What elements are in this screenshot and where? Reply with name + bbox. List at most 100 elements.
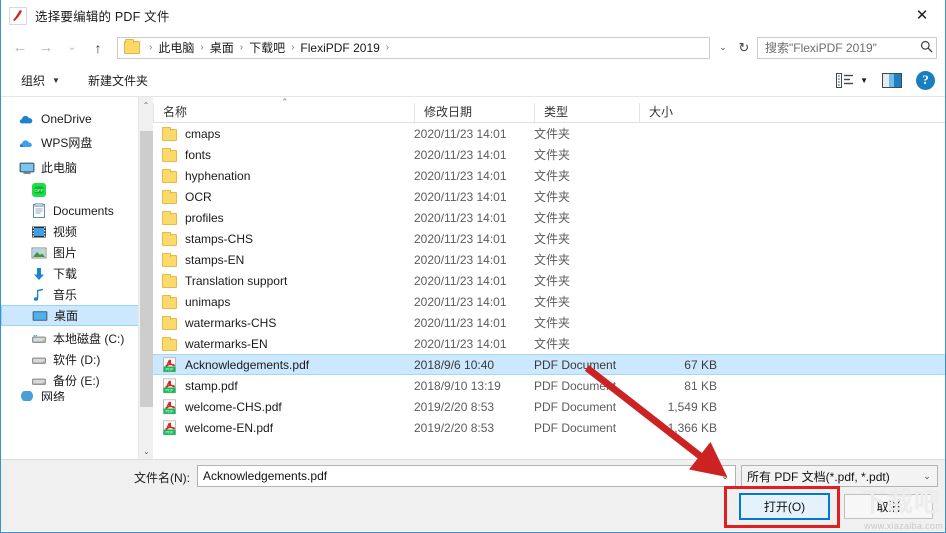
file-name-label: watermarks-CHS	[185, 315, 277, 330]
file-name-cell: cmaps	[153, 126, 414, 142]
chevron-down-icon[interactable]: ▼	[860, 76, 868, 85]
file-date-cell: 2020/11/23 14:01	[414, 252, 507, 267]
file-date-cell: 2020/11/23 14:01	[414, 189, 507, 204]
table-row[interactable]: profiles 2020/11/23 14:01 文件夹	[153, 207, 945, 228]
sidebar-item-videos[interactable]: 视频	[1, 221, 153, 242]
table-row[interactable]: PDF welcome-CHS.pdf 2019/2/20 8:53 PDF Docu…	[153, 396, 945, 417]
table-row[interactable]: OCR 2020/11/23 14:01 文件夹	[153, 186, 945, 207]
table-row[interactable]: unimaps 2020/11/23 14:01 文件夹	[153, 291, 945, 312]
chevron-down-icon[interactable]: ⌄	[715, 471, 735, 482]
pdf-icon: PDF	[162, 419, 178, 436]
filename-input[interactable]	[198, 469, 715, 483]
onedrive-cloud-icon	[19, 111, 35, 127]
column-header-size[interactable]: 大小	[639, 103, 721, 122]
table-row[interactable]: hyphenation 2020/11/23 14:01 文件夹	[153, 165, 945, 186]
sidebar-item-drive-d[interactable]: 软件 (D:)	[1, 349, 153, 370]
file-name-cell: PDF Acknowledgements.pdf	[153, 356, 414, 373]
column-header-date[interactable]: 修改日期	[414, 103, 534, 122]
help-icon[interactable]: ?	[916, 70, 935, 90]
up-button[interactable]: ↑	[85, 35, 111, 61]
navigation-bar: ← → ⌄ ↑ › 此电脑 › 桌面 › 下载吧 › FlexiPDF 2019…	[1, 31, 945, 64]
breadcrumb[interactable]: › 此电脑 › 桌面 › 下载吧 › FlexiPDF 2019 ›	[117, 36, 710, 59]
sidebar-item-label: 此电脑	[41, 161, 78, 175]
sidebar-item-music[interactable]: 音乐	[1, 284, 153, 305]
sidebar-item-onedrive[interactable]: OneDrive	[1, 108, 153, 129]
folder-icon	[162, 210, 178, 226]
file-name-cell: stamps-CHS	[153, 231, 414, 247]
table-row[interactable]: cmaps 2020/11/23 14:01 文件夹	[153, 123, 945, 144]
breadcrumb-item-this-pc[interactable]: 此电脑	[158, 39, 194, 56]
file-type-cell: 文件夹	[534, 127, 571, 141]
table-row[interactable]: watermarks-EN 2020/11/23 14:01 文件夹	[153, 333, 945, 354]
file-size-cell: 67 KB	[684, 357, 717, 372]
scroll-up-icon[interactable]: ⌃	[139, 97, 153, 113]
sidebar-item-local-disk-c[interactable]: 本地磁盘 (C:)	[1, 328, 153, 349]
scrollbar-thumb[interactable]	[140, 131, 153, 407]
sidebar-item-green-app[interactable]: OFF	[1, 179, 153, 200]
sidebar-item-this-pc[interactable]: 此电脑	[1, 157, 153, 178]
breadcrumb-item-xiazaiba[interactable]: 下载吧	[249, 39, 285, 56]
filetype-filter-combobox[interactable]: 所有 PDF 文档(*.pdf, *.pdt) ⌄	[741, 465, 938, 487]
file-name-label: watermarks-EN	[185, 336, 268, 351]
file-name-cell: fonts	[153, 147, 414, 163]
table-row[interactable]: Translation support 2020/11/23 14:01 文件夹	[153, 270, 945, 291]
file-type-cell: 文件夹	[534, 253, 571, 267]
file-date-cell: 2018/9/10 13:19	[414, 378, 501, 393]
file-date-cell: 2020/11/23 14:01	[414, 315, 507, 330]
table-row[interactable]: stamps-EN 2020/11/23 14:01 文件夹	[153, 249, 945, 270]
sidebar-item-desktop[interactable]: 桌面	[1, 305, 153, 326]
sidebar-item-documents[interactable]: Documents	[1, 200, 153, 221]
refresh-icon[interactable]: ↻	[733, 37, 755, 59]
search-input[interactable]	[762, 40, 920, 55]
sidebar-item-wps-cloud[interactable]: WPS网盘	[1, 132, 153, 153]
new-folder-button[interactable]: 新建文件夹	[80, 69, 156, 92]
forward-button[interactable]: →	[33, 35, 59, 61]
scroll-down-icon[interactable]: ⌄	[139, 443, 153, 459]
file-name-label: welcome-CHS.pdf	[185, 399, 282, 414]
open-button[interactable]: 打开(O)	[739, 493, 830, 520]
file-type-cell: 文件夹	[534, 274, 571, 288]
organize-button[interactable]: 组织 ▼	[13, 69, 68, 92]
file-name-cell: watermarks-CHS	[153, 315, 414, 331]
sidebar-scrollbar[interactable]: ⌃ ⌄	[138, 97, 153, 459]
filetype-filter-value: 所有 PDF 文档(*.pdf, *.pdt)	[747, 469, 890, 484]
organize-label: 组织	[21, 73, 46, 88]
file-date-cell: 2019/2/20 8:53	[414, 420, 495, 435]
sidebar-item-network[interactable]: 网络	[1, 391, 153, 401]
chevron-down-icon[interactable]: ⌄	[917, 471, 937, 482]
file-date-cell: 2020/11/23 14:01	[414, 147, 507, 162]
table-row[interactable]: PDF Acknowledgements.pdf 2018/9/6 10:40 PDF…	[153, 354, 945, 375]
file-type-cell: 文件夹	[534, 169, 571, 183]
search-box[interactable]	[757, 36, 937, 59]
back-button[interactable]: ←	[7, 35, 33, 61]
search-icon	[920, 40, 935, 56]
view-list-icon[interactable]	[832, 68, 858, 92]
table-row[interactable]: watermarks-CHS 2020/11/23 14:01 文件夹	[153, 312, 945, 333]
table-row[interactable]: fonts 2020/11/23 14:01 文件夹	[153, 144, 945, 165]
breadcrumb-separator: ›	[385, 42, 390, 53]
column-header-type[interactable]: 类型	[534, 103, 639, 122]
file-date-cell: 2020/11/23 14:01	[414, 231, 507, 246]
table-row[interactable]: PDF stamp.pdf 2018/9/10 13:19 PDF Document 8…	[153, 375, 945, 396]
file-name-cell: watermarks-EN	[153, 336, 414, 352]
cancel-button[interactable]: 取消	[844, 494, 933, 519]
table-row[interactable]: PDF welcome-EN.pdf 2019/2/20 8:53 PDF Docum…	[153, 417, 945, 438]
file-type-cell: 文件夹	[534, 190, 571, 204]
drive-icon	[31, 331, 47, 347]
breadcrumb-item-desktop[interactable]: 桌面	[210, 39, 234, 56]
preview-pane-icon[interactable]	[878, 68, 906, 92]
folder-icon	[124, 39, 140, 54]
sidebar-item-label: 网络	[41, 391, 66, 401]
sidebar-item-pictures[interactable]: 图片	[1, 242, 153, 263]
breadcrumb-item-flexipdf[interactable]: FlexiPDF 2019	[300, 41, 379, 55]
close-icon[interactable]: ✕	[899, 0, 945, 30]
table-row[interactable]: stamps-CHS 2020/11/23 14:01 文件夹	[153, 228, 945, 249]
sidebar-item-drive-e[interactable]: 备份 (E:)	[1, 370, 153, 391]
chevron-down-icon[interactable]: ⌄	[713, 37, 733, 59]
filename-combobox[interactable]: ⌄	[197, 465, 736, 487]
svg-text:PDF: PDF	[166, 366, 175, 371]
breadcrumb-separator: ›	[291, 42, 295, 53]
sidebar-item-downloads[interactable]: 下载	[1, 263, 153, 284]
sidebar-item-label: 本地磁盘 (C:)	[53, 332, 125, 346]
recent-locations-button[interactable]: ⌄	[59, 35, 85, 61]
